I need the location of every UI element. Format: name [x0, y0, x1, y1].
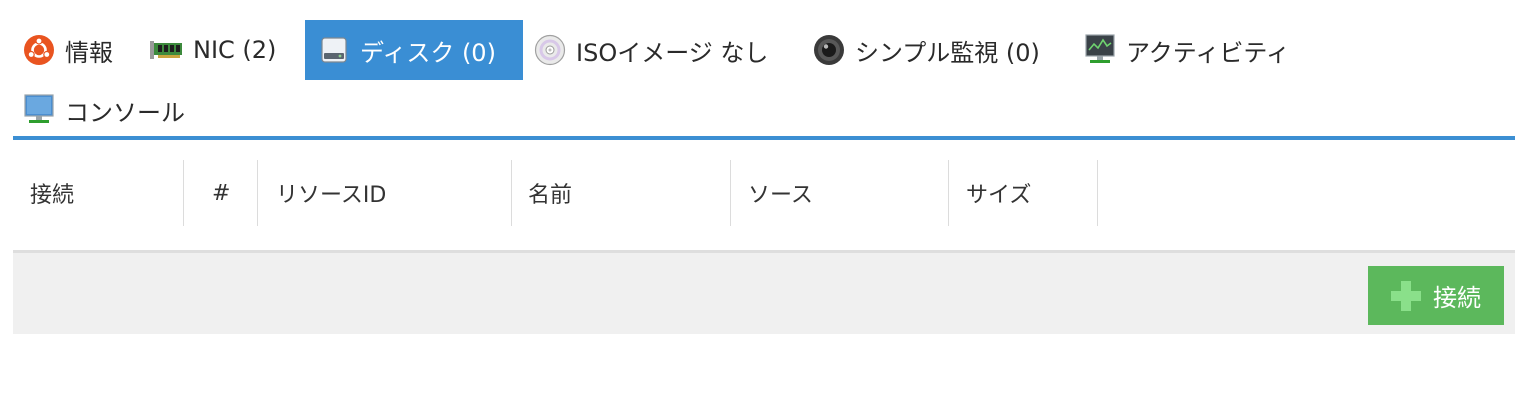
- column-header-source[interactable]: ソース: [748, 160, 813, 226]
- tab-label: コンソール: [65, 98, 185, 127]
- plus-icon: [1391, 280, 1421, 311]
- column-header-resource-id[interactable]: リソースID: [276, 160, 386, 226]
- tab-label: 情報: [65, 38, 113, 67]
- column-divider: [257, 160, 258, 226]
- network-card-icon: [150, 33, 184, 67]
- column-divider: [1097, 160, 1098, 226]
- tab-activity[interactable]: アクティビティ: [1083, 20, 1290, 80]
- table-footer: 接続: [13, 250, 1515, 334]
- column-header-size[interactable]: サイズ: [966, 160, 1031, 226]
- column-divider: [730, 160, 731, 226]
- tab-label: ディスク (0): [360, 38, 496, 67]
- tab-label: NIC (2): [193, 36, 277, 64]
- tab-console[interactable]: コンソール: [22, 80, 185, 140]
- table-header: 接続 # リソースID 名前 ソース サイズ: [13, 160, 1515, 226]
- tab-iso[interactable]: ISOイメージ なし: [533, 20, 768, 80]
- tab-info[interactable]: 情報: [22, 20, 113, 80]
- tab-monitor[interactable]: シンプル監視 (0): [812, 20, 1040, 80]
- ubuntu-icon: [22, 33, 56, 67]
- connect-button[interactable]: 接続: [1368, 266, 1504, 325]
- column-divider: [948, 160, 949, 226]
- tab-nic[interactable]: NIC (2): [150, 20, 276, 80]
- column-header-number[interactable]: #: [212, 160, 230, 226]
- tab-disk[interactable]: ディスク (0): [305, 20, 523, 80]
- column-header-connect[interactable]: 接続: [30, 160, 74, 226]
- hard-disk-icon: [317, 33, 351, 67]
- column-divider: [183, 160, 184, 226]
- tab-label: アクティビティ: [1126, 38, 1290, 67]
- column-divider: [511, 160, 512, 226]
- column-header-name[interactable]: 名前: [528, 160, 572, 226]
- connect-button-label: 接続: [1433, 285, 1481, 312]
- console-monitor-icon: [22, 93, 56, 127]
- camera-icon: [812, 33, 846, 67]
- cd-disc-icon: [533, 33, 567, 67]
- tab-label: ISOイメージ なし: [576, 38, 769, 67]
- tab-underline: [13, 136, 1515, 140]
- activity-monitor-icon: [1083, 33, 1117, 67]
- tab-label: シンプル監視 (0): [855, 38, 1040, 67]
